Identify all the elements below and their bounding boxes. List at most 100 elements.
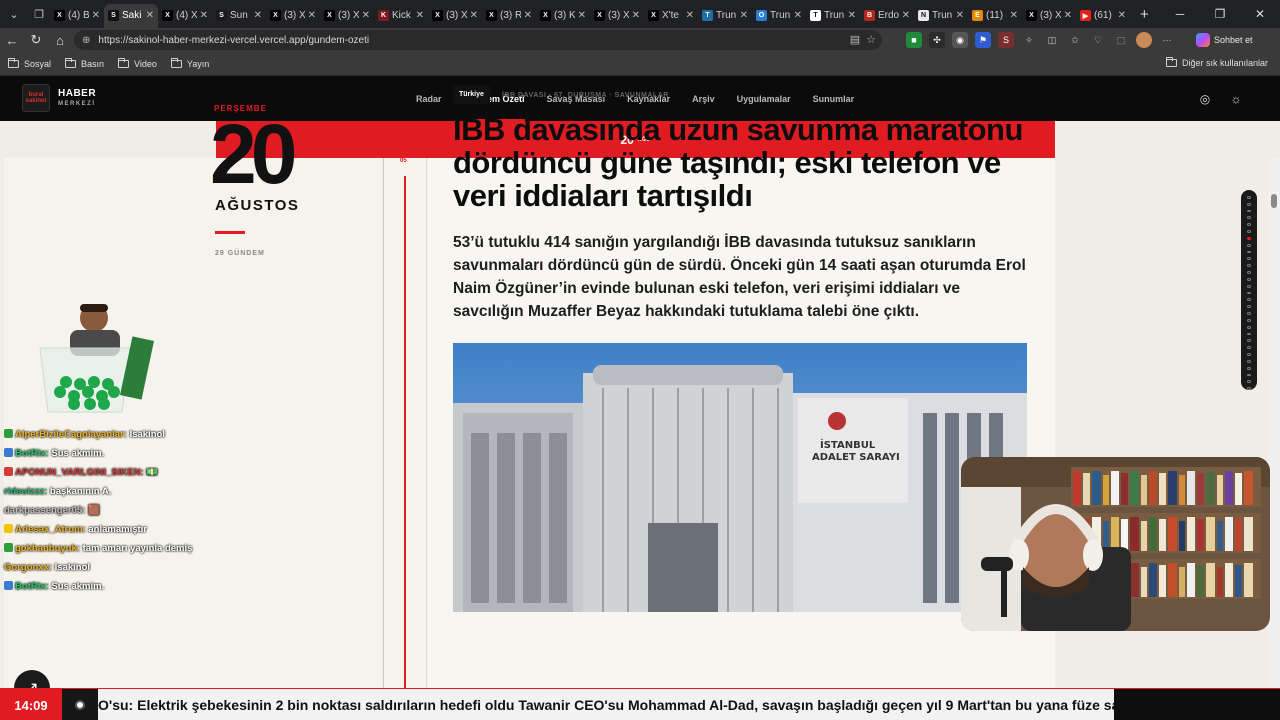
tab-close-icon[interactable]: ✕ xyxy=(470,10,478,21)
section-dot[interactable] xyxy=(1247,264,1251,268)
browser-tab[interactable]: N Trun ✕ xyxy=(914,4,968,28)
section-dot[interactable] xyxy=(1247,291,1251,295)
browser-tab[interactable]: S Saki ✕ xyxy=(104,3,158,28)
theme-toggle-icon[interactable]: ☼ xyxy=(1227,90,1245,108)
browser-tab[interactable]: B Erdo ✕ xyxy=(860,4,914,28)
tab-close-icon[interactable]: ✕ xyxy=(1010,10,1018,21)
section-dot[interactable] xyxy=(1247,359,1251,363)
extensions-puzzle-icon[interactable]: ✧ xyxy=(1021,32,1037,48)
section-dot[interactable] xyxy=(1247,277,1251,281)
section-dot[interactable] xyxy=(1247,353,1251,356)
bookmark-folder[interactable]: Yayın xyxy=(170,57,209,69)
extension-icon[interactable]: S xyxy=(998,32,1014,48)
favorite-star-icon[interactable]: ☆ xyxy=(866,33,876,46)
workspaces-icon[interactable]: ❐ xyxy=(28,3,50,25)
section-dot[interactable] xyxy=(1247,236,1251,240)
section-dot[interactable] xyxy=(1247,298,1251,302)
tab-search-icon[interactable]: ⌄ xyxy=(3,3,25,25)
extension-icon[interactable]: ✣ xyxy=(929,32,945,48)
browser-tab[interactable]: X (3) X ✕ xyxy=(428,4,482,28)
browser-tab[interactable]: T Trun ✕ xyxy=(806,4,860,28)
tab-close-icon[interactable]: ✕ xyxy=(254,10,262,21)
extension-icon[interactable]: ◉ xyxy=(952,32,968,48)
home-icon[interactable]: ⌂ xyxy=(48,33,72,48)
tab-close-icon[interactable]: ✕ xyxy=(1064,10,1072,21)
bookmark-folder[interactable]: Video xyxy=(118,57,157,69)
tab-close-icon[interactable]: ✕ xyxy=(848,10,856,21)
browser-tab[interactable]: X (4) X ✕ xyxy=(158,4,212,28)
section-dot[interactable] xyxy=(1247,223,1251,227)
site-info-icon[interactable]: ⊕ xyxy=(82,35,90,46)
tab-close-icon[interactable]: ✕ xyxy=(524,10,532,21)
tab-close-icon[interactable]: ✕ xyxy=(794,10,802,21)
tab-close-icon[interactable]: ✕ xyxy=(632,10,640,21)
section-dot[interactable] xyxy=(1247,339,1251,343)
copilot-chat-button[interactable]: Sohbet et xyxy=(1196,31,1253,49)
section-dot[interactable] xyxy=(1247,312,1251,315)
browser-tab[interactable]: X (3) X ✕ xyxy=(590,4,644,28)
tab-close-icon[interactable]: ✕ xyxy=(308,10,316,21)
section-dot[interactable] xyxy=(1247,346,1251,350)
section-dot[interactable] xyxy=(1247,196,1251,199)
browser-tab[interactable]: K Kick ✕ xyxy=(374,4,428,28)
close-window-icon[interactable]: ✕ xyxy=(1240,7,1280,21)
new-tab-button[interactable]: + xyxy=(1140,6,1149,23)
nav-item[interactable]: Radar xyxy=(416,76,442,121)
tab-close-icon[interactable]: ✕ xyxy=(740,10,748,21)
tab-close-icon[interactable]: ✕ xyxy=(686,10,694,21)
browser-tab[interactable]: T Trun ✕ xyxy=(698,4,752,28)
article-headline[interactable]: İBB davasında uzun savunma maratonu dörd… xyxy=(453,113,1043,212)
browser-tab[interactable]: E (11) ✕ xyxy=(968,4,1022,28)
browser-tab[interactable]: X (3) X ✕ xyxy=(1022,4,1076,28)
site-name[interactable]: HABER MERKEZİ xyxy=(58,89,96,109)
section-dot[interactable] xyxy=(1247,325,1251,329)
more-menu-icon[interactable]: ⋯ xyxy=(1159,32,1175,48)
browser-tab[interactable]: X (3) X ✕ xyxy=(266,4,320,28)
tab-close-icon[interactable]: ✕ xyxy=(902,10,910,21)
favorites-icon[interactable]: ✩ xyxy=(1067,32,1083,48)
site-logo[interactable]: bural sakinol xyxy=(22,84,50,112)
screenshot-icon[interactable]: ⬚ xyxy=(1113,32,1129,48)
tab-close-icon[interactable]: ✕ xyxy=(146,10,154,21)
minimize-icon[interactable]: ─ xyxy=(1160,7,1200,21)
section-dot[interactable] xyxy=(1247,216,1251,220)
extension-icon[interactable]: ⚑ xyxy=(975,32,991,48)
other-favorites-folder[interactable]: Diğer sık kullanılanlar xyxy=(1165,57,1268,68)
tab-close-icon[interactable]: ✕ xyxy=(1118,10,1126,21)
browser-tab[interactable]: X (3) X ✕ xyxy=(320,4,374,28)
browser-essentials-icon[interactable]: ♡ xyxy=(1090,32,1106,48)
section-dot[interactable] xyxy=(1247,257,1251,261)
tab-close-icon[interactable]: ✕ xyxy=(956,10,964,21)
split-screen-icon[interactable]: ◫ xyxy=(1044,32,1060,48)
tab-close-icon[interactable]: ✕ xyxy=(416,10,424,21)
extension-icon[interactable]: ■ xyxy=(906,32,922,48)
browser-tab[interactable]: X (4) B ✕ xyxy=(50,4,104,28)
url-text[interactable]: https://sakinol-haber-merkezi-vercel.ver… xyxy=(98,35,369,46)
category-badge[interactable]: Türkiye xyxy=(453,86,490,104)
section-dot[interactable] xyxy=(1247,271,1251,274)
reload-icon[interactable]: ↻ xyxy=(24,32,48,48)
browser-tab[interactable]: X (3) R ✕ xyxy=(482,4,536,28)
reader-mode-icon[interactable]: ▤ xyxy=(850,33,860,46)
section-dot[interactable] xyxy=(1247,305,1251,309)
bookmark-folder[interactable]: Sosyal xyxy=(8,57,51,69)
tab-close-icon[interactable]: ✕ xyxy=(92,10,100,21)
tab-close-icon[interactable]: ✕ xyxy=(362,10,370,21)
browser-tab[interactable]: O Trun ✕ xyxy=(752,4,806,28)
section-dot[interactable] xyxy=(1247,250,1251,254)
back-icon[interactable]: ← xyxy=(0,33,24,48)
browser-tab[interactable]: X (3) K ✕ xyxy=(536,4,590,28)
browser-tab[interactable]: ▶ (61) ✕ xyxy=(1076,4,1130,28)
section-dot[interactable] xyxy=(1247,209,1251,213)
address-bar[interactable]: ⊕ https://sakinol-haber-merkezi-vercel.v… xyxy=(74,30,882,50)
tab-close-icon[interactable]: ✕ xyxy=(578,10,586,21)
section-dot[interactable] xyxy=(1247,387,1251,391)
section-dot-navigator[interactable] xyxy=(1241,190,1257,391)
tab-close-icon[interactable]: ✕ xyxy=(200,10,208,21)
section-dot[interactable] xyxy=(1247,366,1251,370)
browser-tab[interactable]: S Sun ✕ xyxy=(212,4,266,28)
restore-icon[interactable]: ❐ xyxy=(1200,7,1240,21)
target-icon[interactable]: ◎ xyxy=(1196,90,1214,108)
section-dot[interactable] xyxy=(1247,373,1251,377)
profile-avatar[interactable] xyxy=(1136,32,1152,48)
